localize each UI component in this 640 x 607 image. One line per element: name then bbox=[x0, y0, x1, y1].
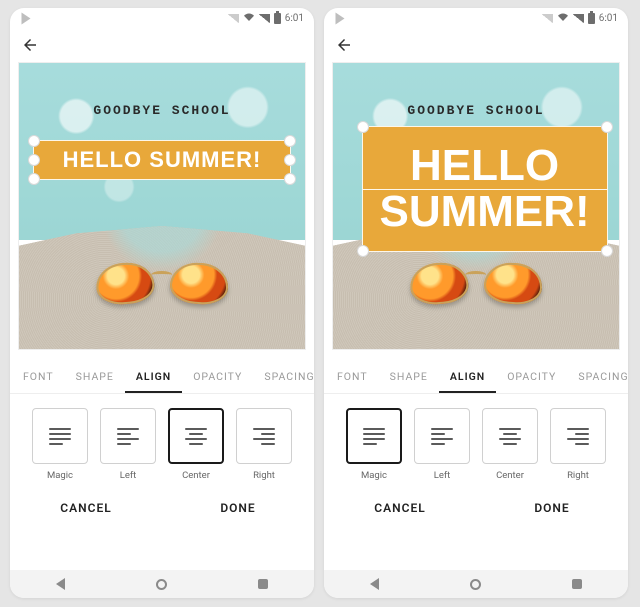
align-option-right[interactable]: Right bbox=[235, 408, 293, 481]
align-options: Magic Left Center bbox=[324, 394, 628, 485]
align-left-icon bbox=[431, 428, 453, 444]
play-store-icon bbox=[22, 12, 31, 24]
nav-back-icon[interactable] bbox=[56, 578, 65, 590]
text-goodbye-school[interactable]: GOODBYE SCHOOL bbox=[333, 103, 619, 118]
selected-text-box[interactable]: HELLO SUMMER! bbox=[362, 126, 608, 252]
battery-icon bbox=[588, 13, 595, 24]
wifi-icon bbox=[243, 12, 255, 25]
tab-font[interactable]: FONT bbox=[12, 360, 65, 393]
app-header bbox=[324, 28, 628, 62]
tab-opacity[interactable]: OPACITY bbox=[182, 360, 253, 393]
signal-icon bbox=[259, 14, 270, 23]
signal-dim-icon bbox=[228, 14, 239, 23]
resize-handle[interactable] bbox=[357, 245, 369, 257]
align-option-label: Left bbox=[434, 470, 451, 481]
sunglasses bbox=[96, 258, 228, 309]
align-magic-icon bbox=[49, 428, 71, 444]
text-tool-tabs: FONTSHAPEALIGNOPACITYSPACING bbox=[10, 360, 314, 394]
resize-handle[interactable] bbox=[284, 173, 296, 185]
align-option-label: Center bbox=[496, 470, 524, 481]
align-option-center[interactable]: Center bbox=[167, 408, 225, 481]
align-option-label: Center bbox=[182, 470, 210, 481]
resize-handle[interactable] bbox=[28, 154, 40, 166]
align-option-label: Magic bbox=[47, 470, 73, 481]
resize-handle[interactable] bbox=[284, 135, 296, 147]
wifi-icon bbox=[557, 12, 569, 25]
tab-opacity[interactable]: OPACITY bbox=[496, 360, 567, 393]
android-nav-bar bbox=[10, 570, 314, 598]
done-button[interactable]: DONE bbox=[476, 501, 628, 515]
android-nav-bar bbox=[324, 570, 628, 598]
tab-align[interactable]: ALIGN bbox=[125, 360, 182, 393]
clock: 6:01 bbox=[285, 13, 304, 24]
footer-actions: CANCEL DONE bbox=[10, 485, 314, 525]
align-magic-icon bbox=[363, 428, 385, 444]
cancel-button[interactable]: CANCEL bbox=[10, 501, 162, 515]
align-option-magic[interactable]: Magic bbox=[345, 408, 403, 481]
tab-spacing[interactable]: SPACING bbox=[567, 360, 628, 393]
signal-icon bbox=[573, 14, 584, 23]
align-option-left[interactable]: Left bbox=[413, 408, 471, 481]
play-store-icon bbox=[336, 12, 345, 24]
text-tool-tabs: FONTSHAPEALIGNOPACITYSPACING bbox=[324, 360, 628, 394]
align-option-center[interactable]: Center bbox=[481, 408, 539, 481]
app-header bbox=[10, 28, 314, 62]
phone-frame: 6:01 GOODBYE SCHOOL HELLO SUMMER! FONTSH… bbox=[324, 8, 628, 598]
resize-handle[interactable] bbox=[28, 135, 40, 147]
footer-actions: CANCEL DONE bbox=[324, 485, 628, 525]
back-button[interactable] bbox=[20, 35, 40, 55]
tab-font[interactable]: FONT bbox=[326, 360, 379, 393]
back-button[interactable] bbox=[334, 35, 354, 55]
align-option-right[interactable]: Right bbox=[549, 408, 607, 481]
tab-shape[interactable]: SHAPE bbox=[65, 360, 125, 393]
align-right-icon bbox=[567, 428, 589, 444]
tab-align[interactable]: ALIGN bbox=[439, 360, 496, 393]
battery-icon bbox=[274, 13, 281, 24]
align-center-icon bbox=[499, 428, 521, 444]
done-button[interactable]: DONE bbox=[162, 501, 314, 515]
selected-text-box[interactable]: HELLO SUMMER! bbox=[33, 140, 290, 180]
align-option-label: Left bbox=[120, 470, 137, 481]
align-options: Magic Left Center bbox=[10, 394, 314, 485]
cancel-button[interactable]: CANCEL bbox=[324, 501, 476, 515]
nav-home-icon[interactable] bbox=[470, 579, 481, 590]
align-option-label: Right bbox=[567, 470, 589, 481]
resize-handle[interactable] bbox=[601, 121, 613, 133]
align-option-label: Right bbox=[253, 470, 275, 481]
align-option-left[interactable]: Left bbox=[99, 408, 157, 481]
nav-back-icon[interactable] bbox=[370, 578, 379, 590]
nav-recents-icon[interactable] bbox=[258, 579, 268, 589]
phone-frame: 6:01 GOODBYE SCHOOL HELLO SUMMER! FONTSH… bbox=[10, 8, 314, 598]
align-option-label: Magic bbox=[361, 470, 387, 481]
sunglasses bbox=[410, 258, 542, 309]
resize-handle[interactable] bbox=[357, 121, 369, 133]
align-center-icon bbox=[185, 428, 207, 444]
tab-spacing[interactable]: SPACING bbox=[253, 360, 314, 393]
design-canvas[interactable]: GOODBYE SCHOOL HELLO SUMMER! bbox=[18, 62, 306, 350]
design-canvas[interactable]: GOODBYE SCHOOL HELLO SUMMER! bbox=[332, 62, 620, 350]
nav-recents-icon[interactable] bbox=[572, 579, 582, 589]
status-bar: 6:01 bbox=[324, 8, 628, 28]
align-right-icon bbox=[253, 428, 275, 444]
align-option-magic[interactable]: Magic bbox=[31, 408, 89, 481]
signal-dim-icon bbox=[542, 14, 553, 23]
status-bar: 6:01 bbox=[10, 8, 314, 28]
clock: 6:01 bbox=[599, 13, 618, 24]
resize-handle[interactable] bbox=[284, 154, 296, 166]
resize-handle[interactable] bbox=[601, 245, 613, 257]
tab-shape[interactable]: SHAPE bbox=[379, 360, 439, 393]
text-goodbye-school[interactable]: GOODBYE SCHOOL bbox=[19, 103, 305, 118]
nav-home-icon[interactable] bbox=[156, 579, 167, 590]
align-left-icon bbox=[117, 428, 139, 444]
